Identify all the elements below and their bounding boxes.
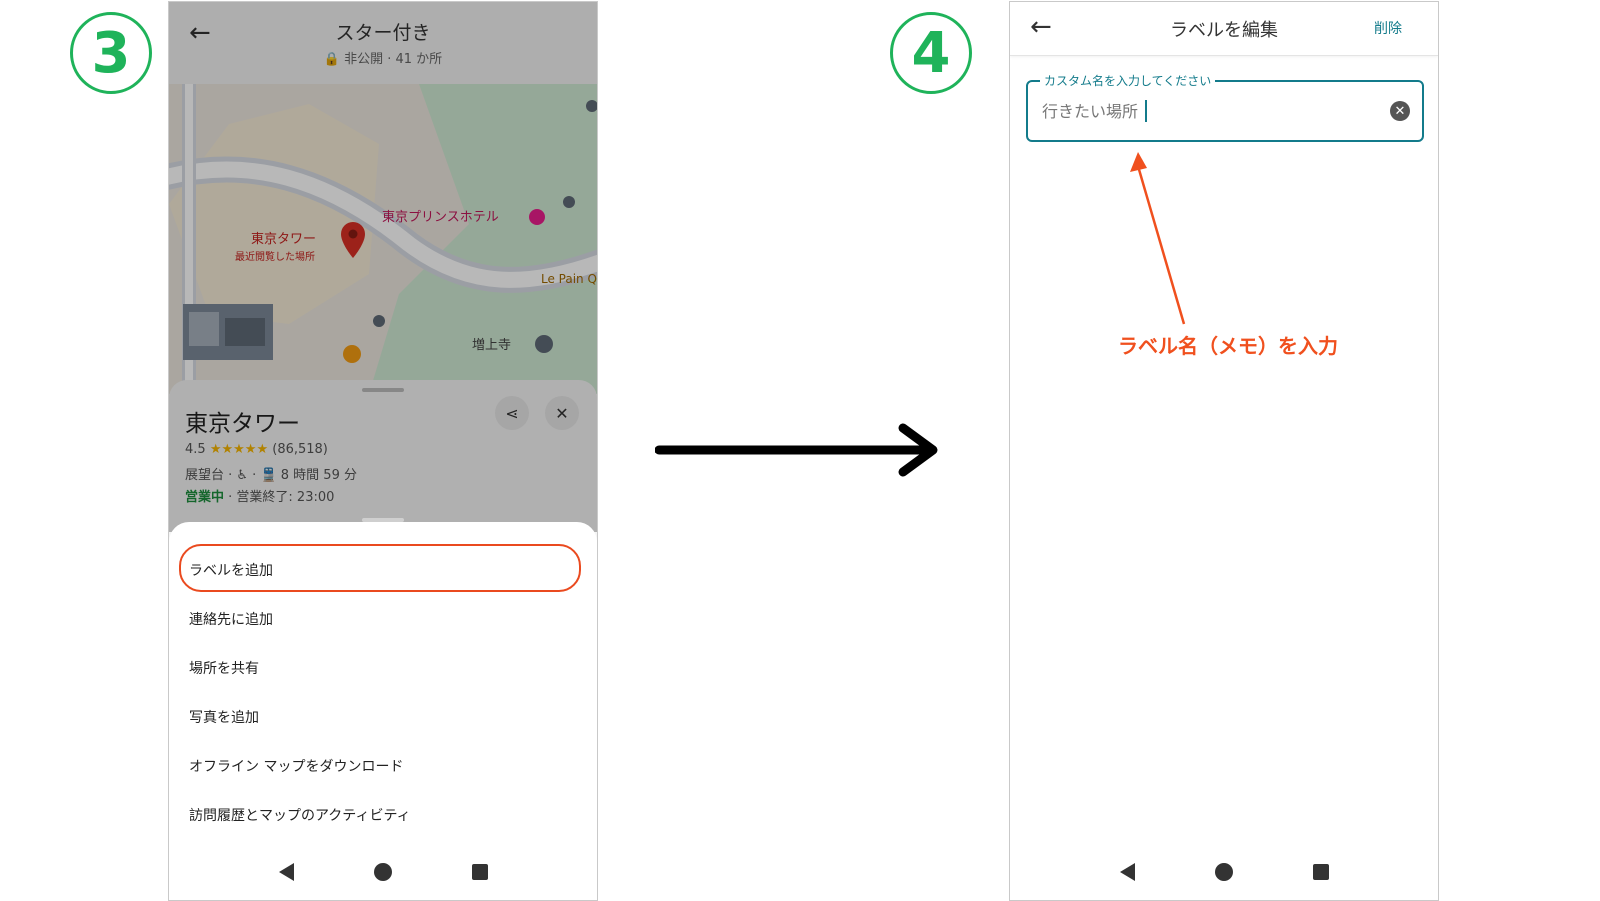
- menu-item-share-place[interactable]: 場所を共有: [189, 658, 259, 678]
- edit-label-header: ← ラベルを編集 削除: [1010, 2, 1438, 56]
- sheet-grab-handle[interactable]: [362, 518, 404, 522]
- menu-item-offline-map[interactable]: オフライン マップをダウンロード: [189, 756, 403, 776]
- nav-recent-icon[interactable]: [471, 864, 488, 880]
- screen-4-phone: ← ラベルを編集 削除 カスタム名を入力してください ✕: [1009, 1, 1439, 901]
- field-label: カスタム名を入力してください: [1040, 72, 1216, 89]
- menu-item-add-label[interactable]: ラベルを追加: [189, 560, 273, 580]
- step-badge-4: 4: [890, 12, 972, 94]
- system-nav-bar: [169, 844, 597, 900]
- flow-arrow-icon: [655, 423, 938, 477]
- menu-item-activity[interactable]: 訪問履歴とマップのアクティビティ: [189, 805, 411, 825]
- nav-back-icon[interactable]: [278, 863, 294, 881]
- annotation-text: ラベル名（メモ）を入力: [1118, 334, 1338, 358]
- step-badge-3: 3: [70, 12, 152, 94]
- nav-recent-icon[interactable]: [1312, 864, 1329, 880]
- nav-back-icon[interactable]: [1119, 863, 1135, 881]
- menu-item-add-photo[interactable]: 写真を追加: [189, 707, 259, 727]
- clear-icon[interactable]: ✕: [1390, 101, 1410, 121]
- delete-button[interactable]: 削除: [1374, 18, 1402, 38]
- custom-name-input[interactable]: [1042, 100, 1362, 119]
- custom-name-field[interactable]: カスタム名を入力してください ✕: [1026, 72, 1424, 142]
- system-nav-bar: [1010, 844, 1438, 900]
- nav-home-icon[interactable]: [373, 863, 392, 881]
- dim-overlay[interactable]: [169, 2, 597, 532]
- text-caret: [1145, 100, 1147, 122]
- menu-item-add-contact[interactable]: 連絡先に追加: [189, 609, 273, 629]
- annotation-arrow-icon: [1130, 152, 1186, 325]
- nav-home-icon[interactable]: [1214, 863, 1233, 881]
- screen-3-phone: ← スター付き 🔒 非公開 · 41 か所 東京タワー 最近閲覧した場所 東京プ…: [168, 1, 598, 901]
